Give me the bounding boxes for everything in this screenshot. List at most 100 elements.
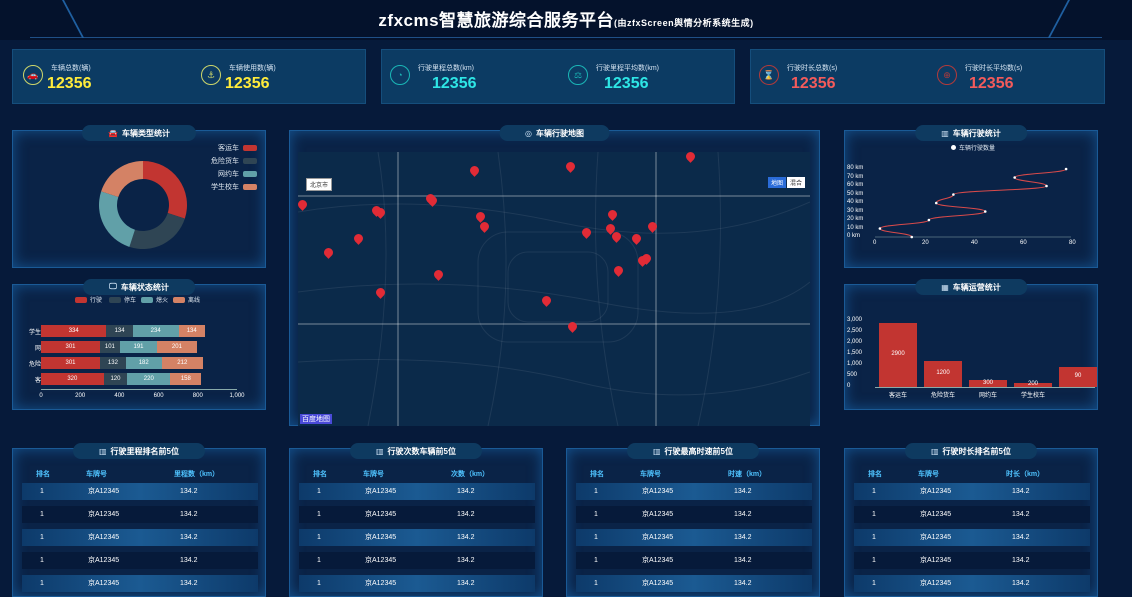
kpi-value: 12356 <box>969 75 1014 92</box>
kpi-label: 行驶里程总数(km) <box>418 65 474 72</box>
table-cell: 京A12345 <box>642 534 674 541</box>
table-header: 排名 车牌号 里程数（km） <box>22 469 258 483</box>
donut-legend-item: 学生校车 <box>211 182 257 192</box>
table-cell: 1 <box>40 557 44 564</box>
panel-title-text: 车辆类型统计 <box>121 128 170 138</box>
table-cell: 134.2 <box>180 557 198 564</box>
kpi-value: 12356 <box>225 75 270 92</box>
status-bar-segment: 132 <box>99 357 126 369</box>
table-cell: 京A12345 <box>642 557 674 564</box>
status-bar-segment: 201 <box>157 341 197 353</box>
table-cell: 1 <box>40 511 44 518</box>
globe-icon: ◎ <box>525 128 532 138</box>
gauge-icon: ◔ <box>390 65 410 85</box>
city-select-button[interactable]: 北京市 <box>306 178 333 191</box>
table-row: 1 京A12345 134.2 <box>854 552 1090 569</box>
panel-title: ▦ 车辆运营统计 <box>915 279 1027 295</box>
status-bar-segment: 220 <box>127 373 171 385</box>
table-cell: 1 <box>317 511 321 518</box>
donut-chart <box>99 161 187 249</box>
panel-title-text: 行驶次数车辆前5位 <box>387 446 457 456</box>
table-cell: 京A12345 <box>365 488 397 495</box>
page-subtitle: (由zfxScreen舆情分析系统生成) <box>614 18 754 28</box>
table-cell: 134.2 <box>734 488 752 495</box>
kpi-box-duration: ⌛ 行驶时长总数(s) 12356 ⊕ 行驶时长平均数(s) 12356 <box>750 49 1105 104</box>
table-row: 1 京A12345 134.2 <box>22 483 258 500</box>
compass-icon: ⊕ <box>937 65 957 85</box>
bar-y-tick: 500 <box>847 372 858 378</box>
table-cell: 134.2 <box>180 488 198 495</box>
bar-y-tick: 1,000 <box>847 361 863 367</box>
panel-rank-mileage: ▥ 行驶里程排名前5位 排名 车牌号 里程数（km） 1 京A12345 134.2 1 京A1… <box>12 443 266 597</box>
kpi-mileage-total: ◔ 行驶里程总数(km) 12356 <box>390 60 560 96</box>
scale-icon: ⚖ <box>568 65 588 85</box>
car-icon: 🚗 <box>23 65 43 85</box>
panel-operation-stats: ▦ 车辆运营统计 0 500 1,000 1,500 2,000 2,500 3,000 290… <box>844 279 1098 410</box>
bar-y-tick: 2,500 <box>847 328 863 334</box>
line-point <box>934 201 938 205</box>
table-cell: 134.2 <box>457 580 475 587</box>
table-header-cell: 车牌号 <box>363 471 384 478</box>
status-bar-segment: 212 <box>161 357 204 369</box>
table-row: 1 京A12345 134.2 <box>576 483 812 500</box>
kpi-box-mileage: ◔ 行驶里程总数(km) 12356 ⚖ 行驶里程平均数(km) 12356 <box>381 49 735 104</box>
legend-swatch <box>75 296 87 303</box>
panel-title: 🚘 车辆类型统计 <box>82 125 196 141</box>
map-type-map-button[interactable]: 地图 <box>767 177 786 188</box>
status-bar-segment: 301 <box>41 357 100 369</box>
page-title-text: zfxcms智慧旅游综合服务平台 <box>378 11 615 30</box>
table-row: 1 京A12345 134.2 <box>22 575 258 592</box>
table-header-cell: 时长（km） <box>1006 471 1045 478</box>
table-row: 1 京A12345 134.2 <box>854 506 1090 523</box>
table-cell: 京A12345 <box>88 557 120 564</box>
map-type-satellite-button[interactable]: 混合 <box>786 177 805 188</box>
table-cell: 1 <box>872 534 876 541</box>
bar-category-label: 学生校车 <box>1020 393 1046 399</box>
kpi-label: 车辆使用数(辆) <box>229 65 276 72</box>
legend-label: 网约车 <box>218 171 239 178</box>
bar-chart-icon: ▥ <box>652 446 661 456</box>
status-bar-segment: 182 <box>125 357 162 369</box>
bar-chart-icon: ▥ <box>98 446 107 456</box>
table-row: 1 京A12345 134.2 <box>854 575 1090 592</box>
line-point <box>1064 167 1068 171</box>
table-cell: 134.2 <box>180 580 198 587</box>
table-row: 1 京A12345 134.2 <box>576 575 812 592</box>
legend-label: 危险货车 <box>211 158 239 165</box>
table-header-cell: 排名 <box>36 471 50 478</box>
status-bar-segment: 158 <box>170 373 202 385</box>
panel-title: ▥ 行驶次数车辆前5位 <box>349 443 483 459</box>
table-cell: 1 <box>40 488 44 495</box>
panel-driving-stats: ▥ 车辆行驶统计 车辆行驶数量 0 km 10 km 20 km 30 km 40 km 50… <box>844 125 1098 268</box>
bar-category-label: 网约车 <box>978 393 998 399</box>
table-cell: 京A12345 <box>920 534 952 541</box>
kpi-label: 行驶时长平均数(s) <box>965 65 1023 72</box>
table-cell: 1 <box>317 580 321 587</box>
cabinet-icon: ▦ <box>941 282 949 292</box>
table-cell: 134.2 <box>1012 580 1030 587</box>
table-cell: 134.2 <box>457 511 475 518</box>
table-cell: 134.2 <box>734 511 752 518</box>
kpi-value: 12356 <box>791 75 836 92</box>
table-cell: 134.2 <box>1012 557 1030 564</box>
panel-title-text: 车辆状态统计 <box>120 282 169 292</box>
table-header-cell: 里程数（km） <box>174 471 220 478</box>
kpi-value: 12356 <box>604 75 649 92</box>
panel-title-text: 行驶最高时速前5位 <box>664 446 734 456</box>
table-cell: 134.2 <box>457 557 475 564</box>
table-row: 1 京A12345 134.2 <box>854 483 1090 500</box>
table-row: 1 京A12345 134.2 <box>854 529 1090 546</box>
kpi-box-vehicles: 🚗 车辆总数(辆) 12356 ⚓ 车辆使用数(辆) 12356 <box>12 49 366 104</box>
panel-rank-speed: ▥ 行驶最高时速前5位 排名 车牌号 时速（km） 1 京A12345 134.2 1 京A12… <box>566 443 820 597</box>
line-point <box>910 235 914 239</box>
status-legend-item: 离线 <box>173 295 200 304</box>
panel-title-text: 车辆运营统计 <box>952 282 1001 292</box>
vehicle-map[interactable]: 北京市 地图 混合 百度地图 <box>298 152 810 426</box>
status-legend-item: 熄火 <box>141 295 168 304</box>
kpi-mileage-avg: ⚖ 行驶里程平均数(km) 12356 <box>568 60 738 96</box>
hourglass-icon: ⌛ <box>759 65 779 85</box>
table-cell: 京A12345 <box>920 557 952 564</box>
kpi-value: 12356 <box>47 75 92 92</box>
table-header-cell: 时速（km） <box>728 471 767 478</box>
table-row: 1 京A12345 134.2 <box>22 529 258 546</box>
